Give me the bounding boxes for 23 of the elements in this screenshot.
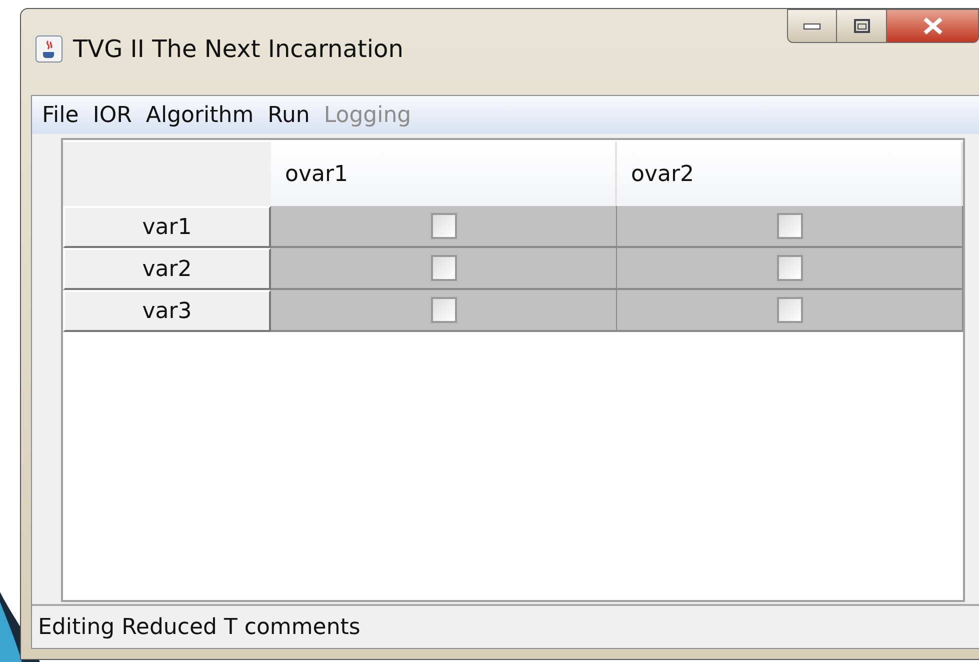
- menu-item[interactable]: Algorithm: [146, 102, 254, 128]
- checkbox[interactable]: [430, 255, 456, 281]
- menu-item[interactable]: Run: [268, 102, 310, 128]
- checkbox[interactable]: [776, 255, 802, 281]
- column-header: ovar2: [617, 142, 963, 206]
- close-button[interactable]: [887, 9, 979, 43]
- checkbox[interactable]: [430, 297, 456, 323]
- checkbox[interactable]: [776, 213, 802, 239]
- row-header: var1: [63, 206, 271, 248]
- checkbox[interactable]: [430, 213, 456, 239]
- row-header: var2: [63, 248, 271, 290]
- window-title: TVG II The Next Incarnation: [73, 35, 404, 63]
- maximize-button[interactable]: [837, 9, 887, 43]
- checkbox[interactable]: [776, 297, 802, 323]
- minimize-icon: [803, 22, 821, 30]
- close-icon: [922, 17, 944, 35]
- coffee-cup-icon: [35, 35, 63, 63]
- menu-item[interactable]: IOR: [92, 102, 132, 128]
- row-header: var3: [63, 290, 271, 332]
- minimize-button[interactable]: [787, 9, 837, 43]
- maximize-icon: [852, 18, 870, 34]
- menu-item[interactable]: File: [42, 102, 79, 128]
- column-header: ovar1: [271, 142, 617, 206]
